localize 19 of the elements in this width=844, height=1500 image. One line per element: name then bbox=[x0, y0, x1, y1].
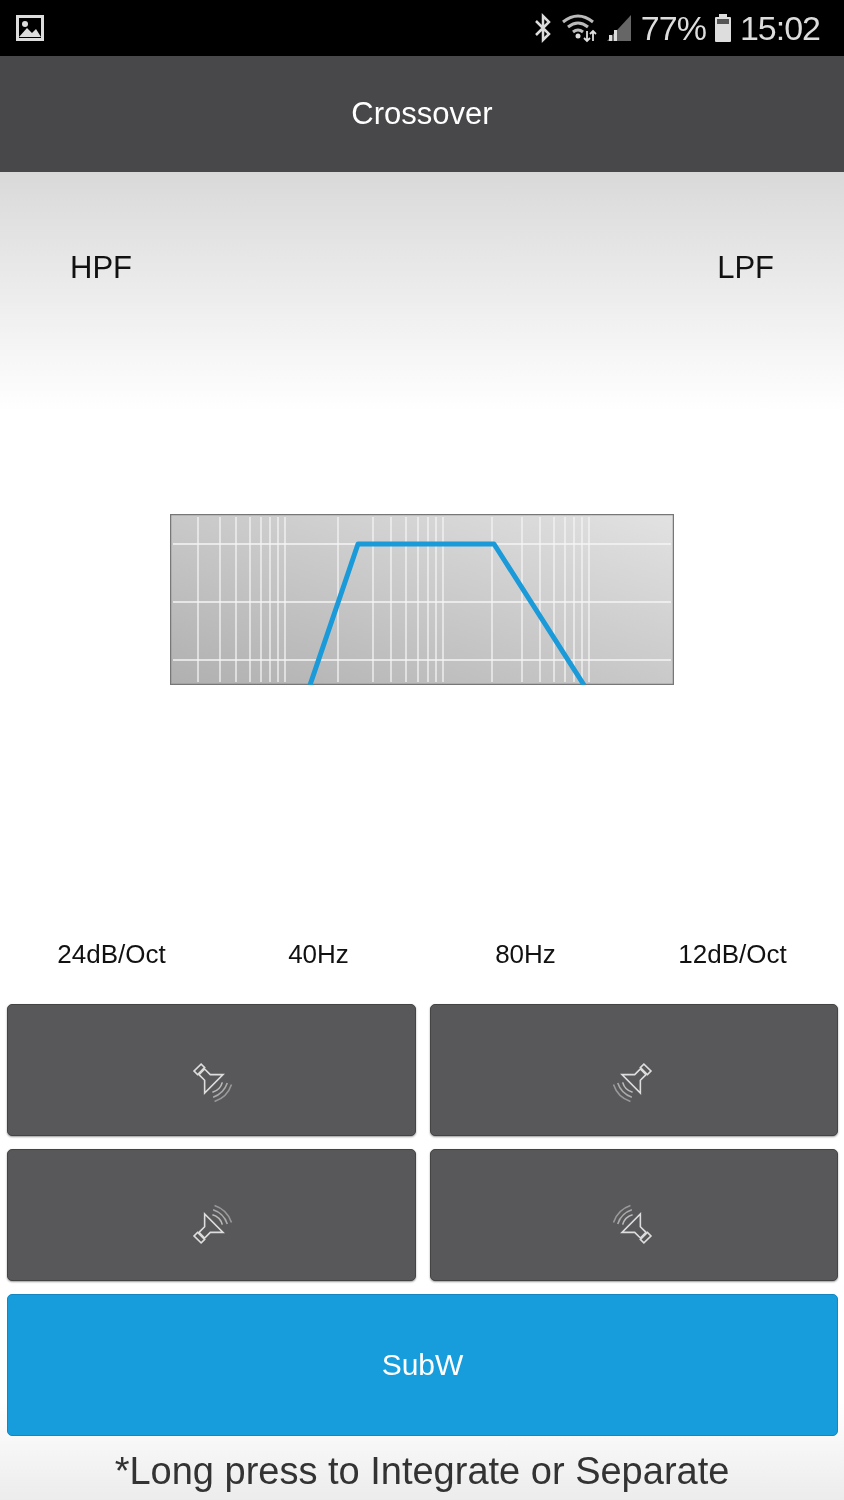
gallery-icon bbox=[16, 15, 44, 41]
signal-icon bbox=[604, 13, 633, 43]
frequency-value[interactable]: 80Hz bbox=[422, 939, 629, 970]
wifi-icon bbox=[560, 13, 597, 43]
battery-icon bbox=[713, 13, 732, 43]
hint-text: *Long press to Integrate or Separate bbox=[113, 1450, 731, 1493]
frequency-value[interactable]: 40Hz bbox=[215, 939, 422, 970]
speaker-button[interactable] bbox=[7, 1149, 416, 1281]
clock-time: 15:02 bbox=[739, 8, 820, 48]
bluetooth-icon bbox=[532, 13, 553, 43]
speaker-button[interactable] bbox=[429, 1149, 838, 1281]
battery-percent: 77% bbox=[640, 8, 706, 48]
screen-title: Crossover bbox=[351, 96, 493, 132]
slope-value[interactable]: 24dB/Oct bbox=[8, 939, 215, 970]
lpf-label: LPF bbox=[717, 250, 774, 286]
speaker-button[interactable] bbox=[7, 1004, 416, 1136]
speaker-button[interactable] bbox=[429, 1004, 838, 1136]
hpf-label: HPF bbox=[70, 250, 132, 286]
slope-value[interactable]: 12dB/Oct bbox=[629, 939, 836, 970]
